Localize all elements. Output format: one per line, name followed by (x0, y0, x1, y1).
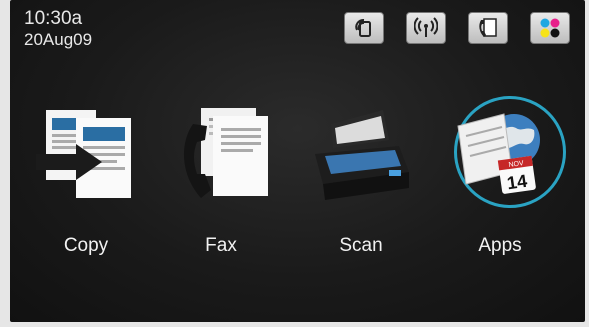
apps-icon: NOV 14 (457, 113, 540, 194)
fax-status-button[interactable] (468, 12, 508, 44)
home-screen: 10:30a 20Aug09 Copy Fax Scan NOV 14 Apps (10, 0, 585, 322)
status-area: 10:30a 20Aug09 (24, 8, 92, 50)
clock-time: 10:30a (24, 8, 83, 29)
copy-tile[interactable]: Copy (26, 100, 146, 270)
copy-label: Copy (63, 235, 109, 256)
ink-levels-button[interactable] (530, 12, 570, 44)
calendar-day: 14 (506, 171, 529, 194)
fax-icon (183, 108, 268, 198)
clock-date: 20Aug09 (24, 30, 93, 49)
ink-levels-icon (540, 18, 560, 38)
scan-label: Scan (339, 235, 383, 256)
apps-tile[interactable]: NOV 14 Apps (440, 100, 560, 270)
fax-tile[interactable]: Fax (161, 100, 281, 270)
hp-eprint-icon (355, 18, 371, 37)
wireless-icon (414, 17, 438, 37)
fax-phone-icon (479, 18, 497, 37)
fax-label: Fax (205, 235, 237, 256)
scan-icon (315, 110, 409, 200)
eprint-button[interactable] (344, 12, 384, 44)
apps-label: Apps (478, 235, 522, 256)
wireless-button[interactable] (406, 12, 446, 44)
device-frame: 10:30a 20Aug09 Copy Fax Scan NOV 14 Apps (0, 0, 589, 327)
scan-tile[interactable]: Scan (301, 100, 421, 270)
copy-icon (36, 110, 131, 198)
